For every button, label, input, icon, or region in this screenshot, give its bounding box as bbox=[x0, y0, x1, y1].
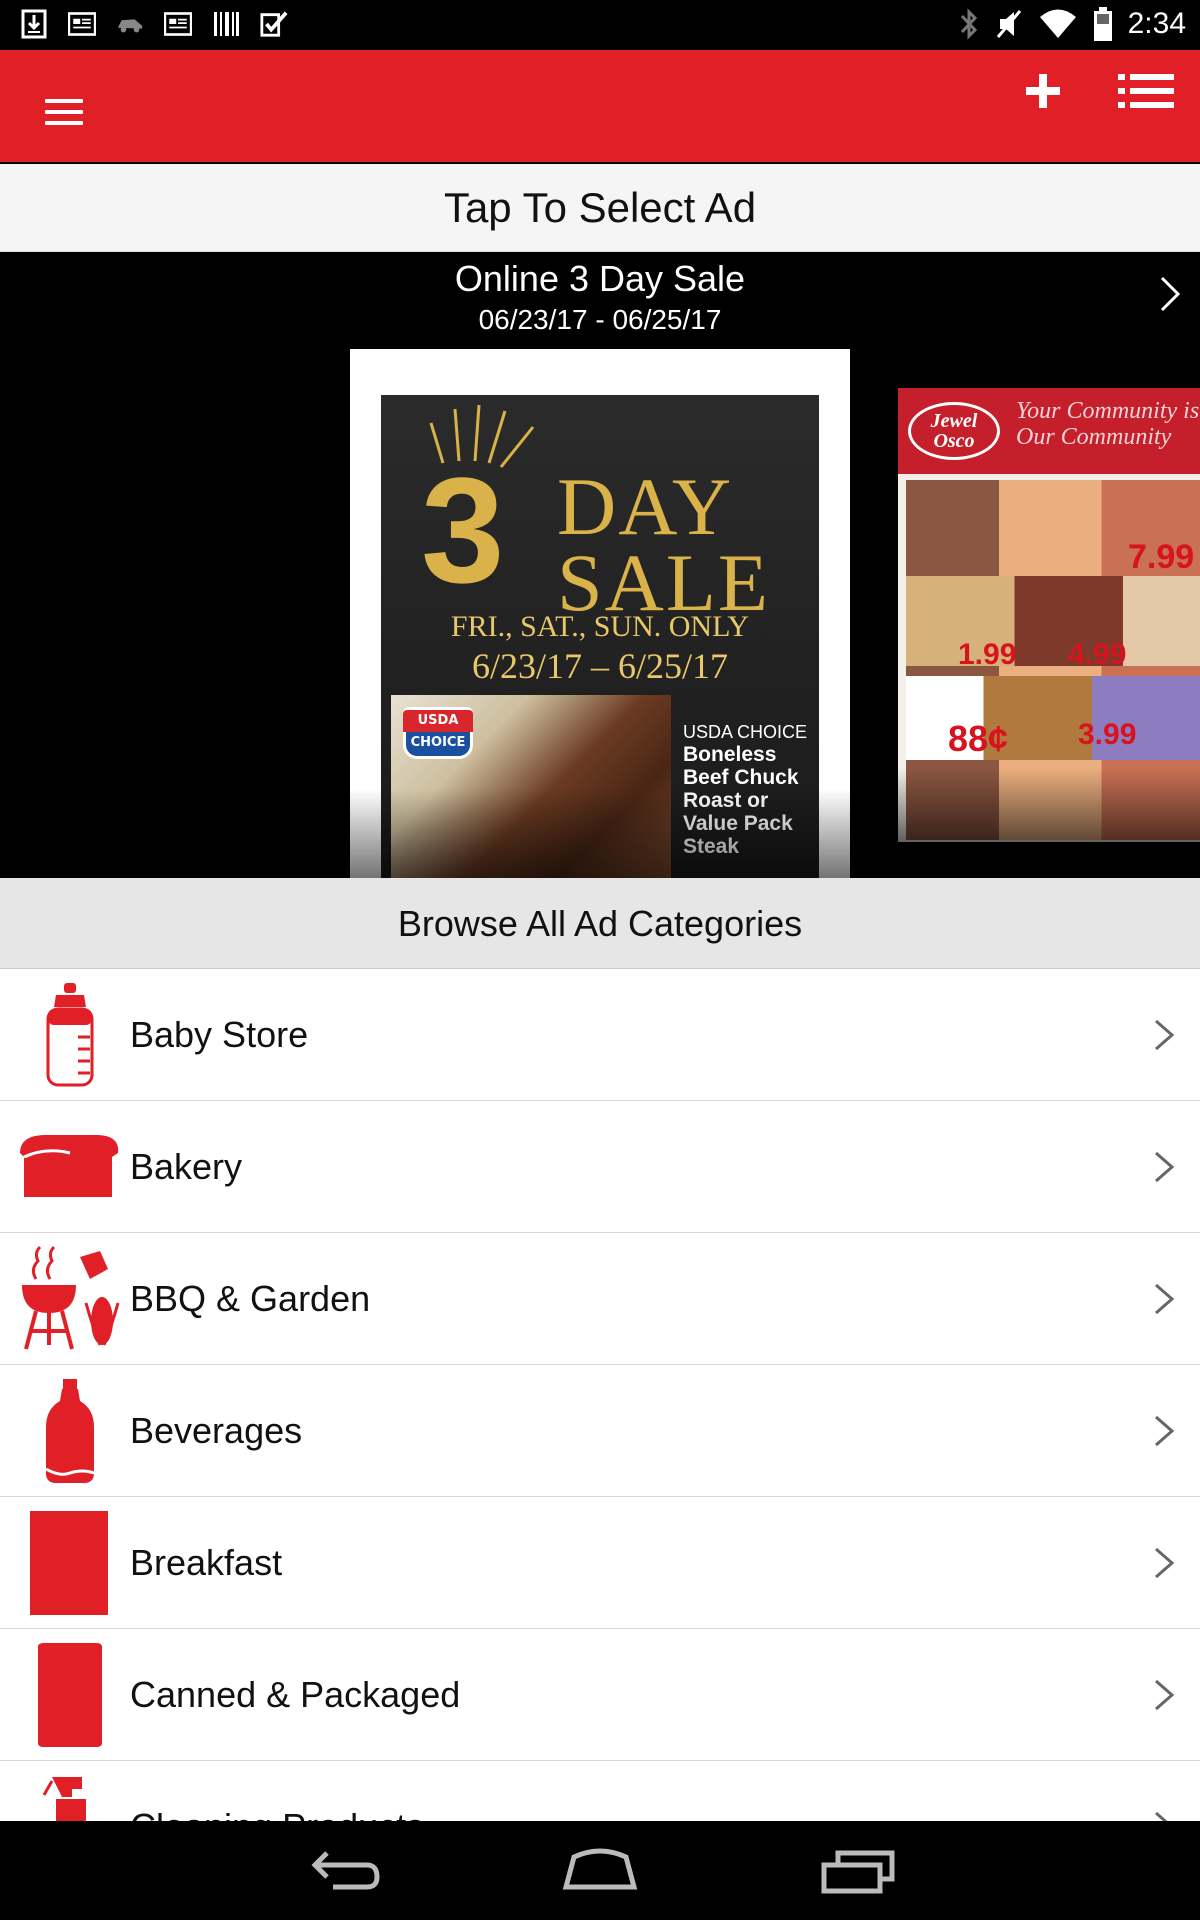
app-bar bbox=[0, 50, 1200, 162]
barcode-icon bbox=[212, 8, 240, 40]
category-label: Breakfast bbox=[130, 1542, 283, 1583]
shopping-list-button[interactable] bbox=[1116, 68, 1176, 114]
ad-carousel: Online 3 Day Sale 06/23/17 - 06/25/17 3 … bbox=[0, 252, 1200, 878]
select-ad-header: Tap To Select Ad bbox=[0, 164, 1200, 252]
system-nav-bar bbox=[0, 1821, 1200, 1920]
category-row-baby-store[interactable]: Baby Store bbox=[0, 969, 1200, 1101]
sale-dates-line: 6/23/17 – 6/25/17 bbox=[471, 646, 728, 686]
plus-icon bbox=[1026, 74, 1060, 108]
wifi-icon bbox=[1039, 9, 1076, 38]
recents-button[interactable] bbox=[818, 1845, 898, 1897]
menu-button[interactable] bbox=[40, 94, 88, 130]
chevron-right-icon bbox=[1160, 276, 1181, 312]
ad-title: Online 3 Day Sale bbox=[454, 258, 746, 299]
chevron-right-icon bbox=[1155, 1547, 1175, 1579]
category-label: Baby Store bbox=[130, 1014, 309, 1055]
cereal-box-icon bbox=[30, 1511, 108, 1615]
usda-choice-badge: USDA CHOICE bbox=[403, 707, 473, 759]
category-label: Canned & Packaged bbox=[130, 1674, 461, 1715]
baby-bottle-icon bbox=[46, 983, 94, 1087]
cover-fade bbox=[350, 789, 850, 878]
chevron-right-icon bbox=[1155, 1019, 1175, 1051]
can-icon bbox=[38, 1643, 102, 1747]
battery-icon bbox=[1093, 7, 1112, 41]
back-button[interactable] bbox=[303, 1845, 383, 1897]
category-row-cleaning-products[interactable]: Cleaning Products bbox=[0, 1761, 1200, 1821]
category-row-bakery[interactable]: Bakery bbox=[0, 1101, 1200, 1233]
spray-bottle-icon bbox=[42, 1777, 86, 1821]
browse-categories-header: Browse All Ad Categories bbox=[0, 878, 1200, 969]
price-tag: 1.99 bbox=[958, 638, 1017, 671]
cover-fade bbox=[898, 768, 1200, 842]
browse-categories-title: Browse All Ad Categories bbox=[397, 903, 803, 944]
chevron-right-icon bbox=[1155, 1415, 1175, 1447]
sale-day-text: DAY bbox=[557, 461, 734, 552]
chevron-right-icon bbox=[1155, 1283, 1175, 1315]
sale-number: 3 bbox=[421, 446, 505, 614]
price-tag: 4.99 bbox=[1068, 638, 1127, 671]
chevron-right-icon bbox=[1155, 1679, 1175, 1711]
price-tag: 7.99 bbox=[1128, 538, 1195, 576]
menu-icon bbox=[40, 99, 88, 125]
category-label: Beverages bbox=[130, 1410, 303, 1451]
category-label: Bakery bbox=[130, 1146, 243, 1187]
category-row-beverages[interactable]: Beverages bbox=[0, 1365, 1200, 1497]
recents-icon bbox=[821, 1850, 895, 1894]
price-tag: 88¢ bbox=[948, 718, 1009, 759]
news-icon bbox=[68, 8, 96, 40]
grill-icon bbox=[22, 1245, 120, 1350]
weekly-food-row-2 bbox=[906, 576, 1200, 666]
home-icon bbox=[562, 1848, 638, 1890]
jewel-osco-logo: Jewel Osco bbox=[908, 402, 1000, 460]
category-label: BBQ & Garden bbox=[130, 1278, 371, 1319]
category-row-canned-packaged[interactable]: Canned & Packaged bbox=[0, 1629, 1200, 1761]
news-icon bbox=[164, 8, 192, 40]
clock: 2:34 bbox=[1127, 7, 1186, 40]
chevron-right-icon bbox=[1155, 1151, 1175, 1183]
list-icon bbox=[1118, 74, 1174, 108]
ad-next-button[interactable] bbox=[1150, 264, 1190, 324]
bluetooth-icon bbox=[960, 8, 977, 40]
chevron-right-icon bbox=[1155, 1811, 1168, 1821]
category-row-bbq-garden[interactable]: BBQ & Garden bbox=[0, 1233, 1200, 1365]
download-icon bbox=[20, 8, 48, 40]
weekly-banner: Jewel Osco Your Community is Our Communi… bbox=[898, 388, 1200, 474]
price-tag: 3.99 bbox=[1078, 718, 1137, 751]
system-icons: 2:34 bbox=[958, 6, 1186, 42]
ad-dates: 06/23/17 - 06/25/17 bbox=[478, 304, 722, 335]
home-button[interactable] bbox=[560, 1845, 640, 1897]
bread-icon bbox=[20, 1135, 119, 1197]
status-bar: 2:34 bbox=[0, 0, 1200, 50]
mute-icon bbox=[996, 10, 1021, 38]
ad-cover-weekly[interactable]: Jewel Osco Your Community is Our Communi… bbox=[898, 388, 1200, 842]
category-row-breakfast[interactable]: Breakfast bbox=[0, 1497, 1200, 1629]
ad-cover-3-day-sale[interactable]: 3 DAY SALE FRI., SAT., SUN. ONLY 6/23/17… bbox=[350, 349, 850, 878]
sale-days-line: FRI., SAT., SUN. ONLY bbox=[450, 610, 750, 643]
check-icon bbox=[260, 8, 288, 40]
notification-icons bbox=[20, 8, 288, 40]
soda-bottle-icon bbox=[45, 1379, 95, 1483]
category-list: Baby Store Bakery BBQ & Garden Beverages bbox=[0, 969, 1200, 1821]
add-button[interactable] bbox=[1020, 68, 1066, 114]
select-ad-title: Tap To Select Ad bbox=[443, 184, 757, 231]
category-label: Cleaning Products bbox=[130, 1761, 424, 1821]
car-icon bbox=[116, 8, 144, 40]
weekly-tagline: Your Community is Our Community bbox=[1016, 398, 1200, 450]
back-icon bbox=[311, 1851, 380, 1890]
